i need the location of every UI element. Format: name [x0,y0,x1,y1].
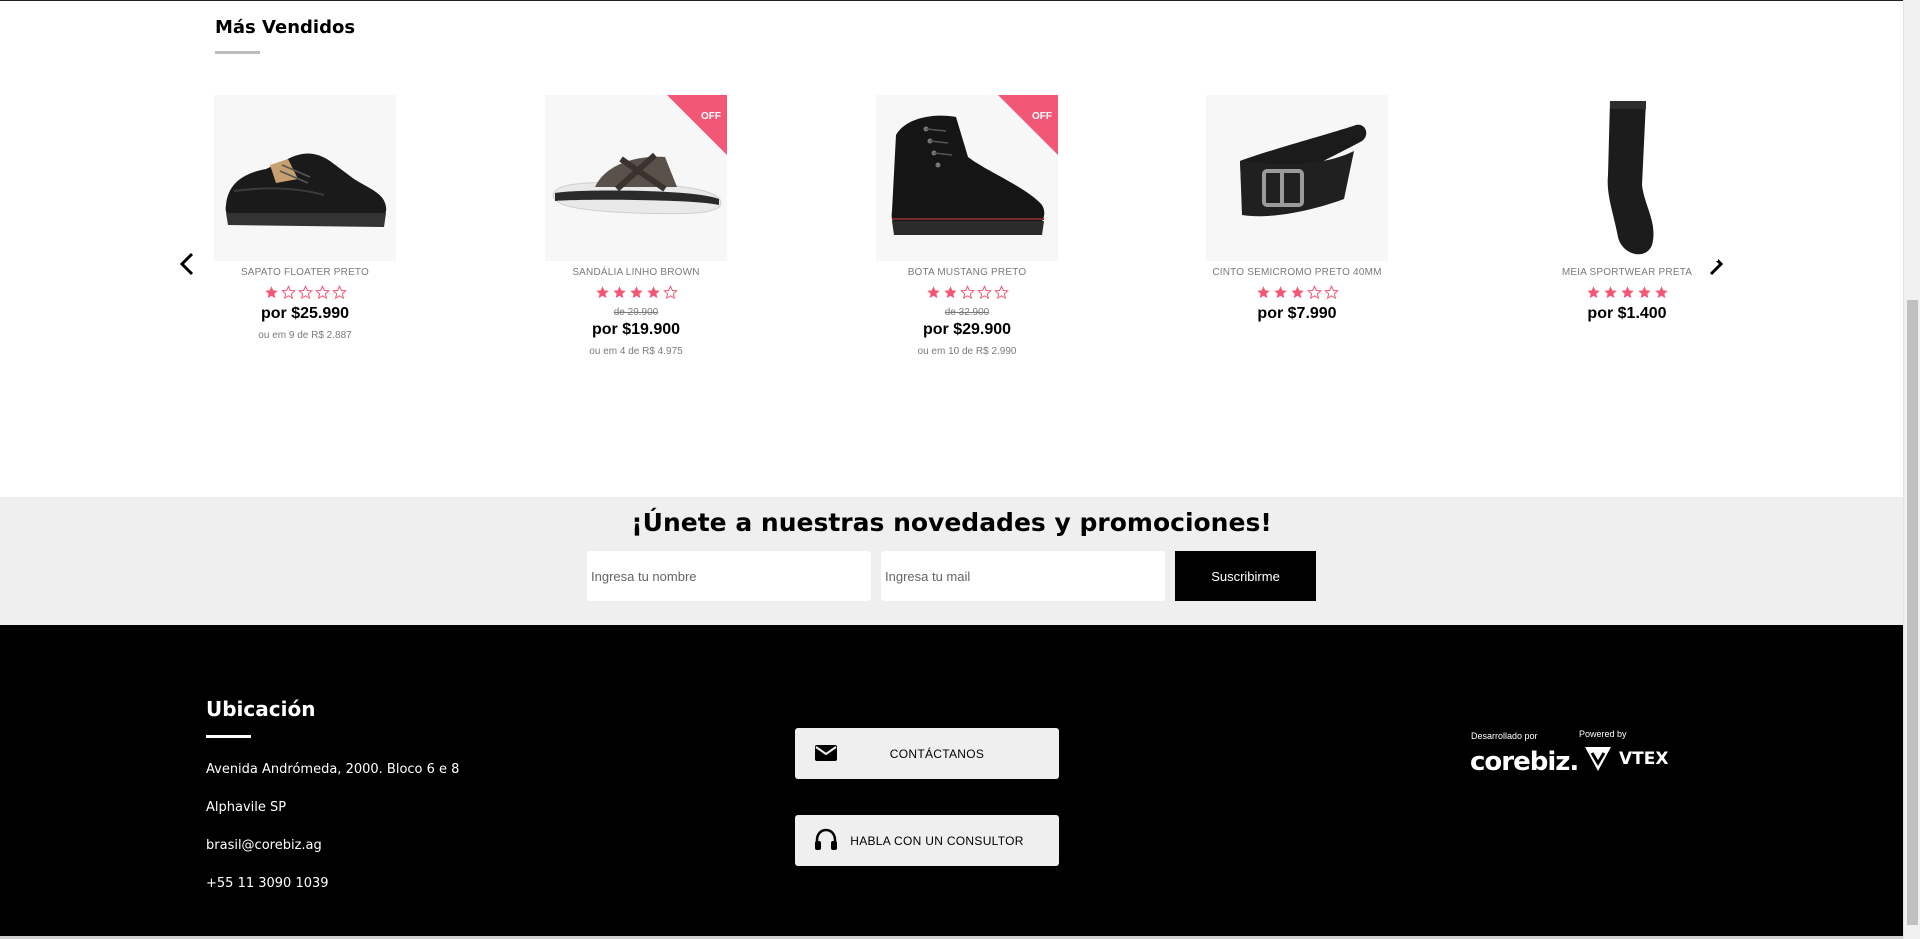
contact-us-label: CONTÁCTANOS [889,746,985,761]
product-rating [1206,285,1388,303]
star-filled-icon [1290,286,1304,299]
star-empty-icon [993,285,1009,300]
product-image[interactable] [1536,95,1718,261]
footer-heading-underline [206,735,251,738]
vtex-logo-text: VTEX [1619,749,1669,769]
star-empty-icon [331,285,347,300]
off-badge [667,95,727,155]
star-empty-icon [959,285,975,300]
star-filled-icon [943,286,957,299]
newsletter-section: ¡Únete a nuestras novedades y promocione… [0,497,1903,625]
best-sellers-underline [215,51,260,54]
subscribe-button[interactable]: Suscribirme [1175,551,1316,601]
corebiz-logo[interactable]: corebiz. [1470,747,1579,777]
product-rating [214,285,396,303]
star-filled-icon [1273,286,1287,299]
star-empty-icon [1323,285,1339,300]
contact-us-button[interactable]: CONTÁCTANOS [795,728,1059,779]
footer-city: Alphavile SP [206,800,287,815]
product-installments: ou em 9 de R$ 2.887 [258,330,352,341]
product-image[interactable] [1206,95,1388,261]
belt-image [1240,124,1367,217]
footer-email[interactable]: brasil@corebiz.ag [206,838,322,853]
star-filled-icon [629,286,643,299]
newsletter-email-input[interactable] [881,551,1165,601]
vtex-logo[interactable]: VTEX [1583,745,1668,773]
product-image[interactable] [214,95,396,261]
product-price: por $1.400 [1587,305,1667,322]
product-price: por $25.990 [260,305,350,322]
product-old-price: de 29.900 [613,307,659,318]
star-empty-icon [1306,285,1322,300]
sock-image [1607,101,1654,255]
product-rating [1536,285,1718,303]
product-rating [876,285,1058,303]
off-badge [998,95,1058,155]
star-filled-icon [1620,286,1634,299]
star-empty-icon [976,285,992,300]
footer-location-heading: Ubicación [206,697,316,721]
star-filled-icon [1586,286,1600,299]
carousel-prev-button[interactable] [173,249,203,279]
product-card[interactable]: MEIA SPORTWEAR PRETA por $1.400 [1536,95,1718,323]
star-empty-icon [280,285,296,300]
star-filled-icon [595,286,609,299]
star-filled-icon [264,286,278,299]
product-card[interactable]: OFF SANDÁLIA LINHO BROWN de 29.900 por $… [545,95,727,357]
shoe-image [225,153,387,227]
talk-to-consultant-button[interactable]: HABLA CON UN CONSULTOR [795,815,1059,866]
off-badge-label: OFF [701,111,721,122]
product-name[interactable]: SANDÁLIA LINHO BROWN [545,267,727,281]
powered-by-label: Powered by [1579,729,1627,739]
star-filled-icon [1637,286,1651,299]
product-price: por $7.990 [1257,305,1337,322]
product-image[interactable]: OFF [545,95,727,261]
scrollbar-thumb[interactable] [1907,300,1918,925]
chevron-left-icon [179,252,194,276]
page-viewport: Más Vendidos SAPATO FLOATER PRETO por $2… [0,0,1903,939]
star-filled-icon [1603,286,1617,299]
talk-to-consultant-label: HABLA CON UN CONSULTOR [850,833,1024,848]
product-price: por $19.900 [591,321,681,338]
star-filled-icon [1654,286,1668,299]
vtex-triangle-icon [1585,747,1611,771]
star-filled-icon [646,286,660,299]
product-name[interactable]: BOTA MUSTANG PRETO [876,267,1058,281]
product-card[interactable]: SAPATO FLOATER PRETO por $25.990 ou em 9… [214,95,396,341]
footer-address: Avenida Andrómeda, 2000. Bloco 6 e 8 [206,762,460,777]
off-badge-label: OFF [1032,111,1052,122]
star-empty-icon [314,285,330,300]
vertical-scrollbar[interactable] [1903,0,1920,939]
footer-phone[interactable]: +55 11 3090 1039 [206,876,329,891]
developed-by-label: Desarrollado por [1471,731,1538,741]
product-rating [545,285,727,303]
star-filled-icon [1256,286,1270,299]
product-installments: ou em 10 de R$ 2.990 [917,346,1017,357]
newsletter-name-input[interactable] [587,551,871,601]
star-filled-icon [612,286,626,299]
site-footer: Ubicación Avenida Andrómeda, 2000. Bloco… [0,625,1903,939]
best-sellers-title: Más Vendidos [215,17,356,38]
product-image[interactable]: OFF [876,95,1058,261]
product-card[interactable]: CINTO SEMICROMO PRETO 40MM por $7.990 [1206,95,1388,323]
star-filled-icon [926,286,940,299]
product-name[interactable]: SAPATO FLOATER PRETO [214,267,396,281]
product-price: por $29.900 [922,321,1012,338]
newsletter-title: ¡Únete a nuestras novedades y promocione… [631,508,1272,537]
product-installments: ou em 4 de R$ 4.975 [589,346,683,357]
product-name[interactable]: MEIA SPORTWEAR PRETA [1536,267,1718,281]
product-name[interactable]: CINTO SEMICROMO PRETO 40MM [1206,267,1388,281]
star-empty-icon [662,285,678,300]
product-card[interactable]: OFF BOTA MUSTANG PRETO de 32.900 por $29… [876,95,1058,357]
product-old-price: de 32.900 [944,307,990,318]
star-empty-icon [297,285,313,300]
